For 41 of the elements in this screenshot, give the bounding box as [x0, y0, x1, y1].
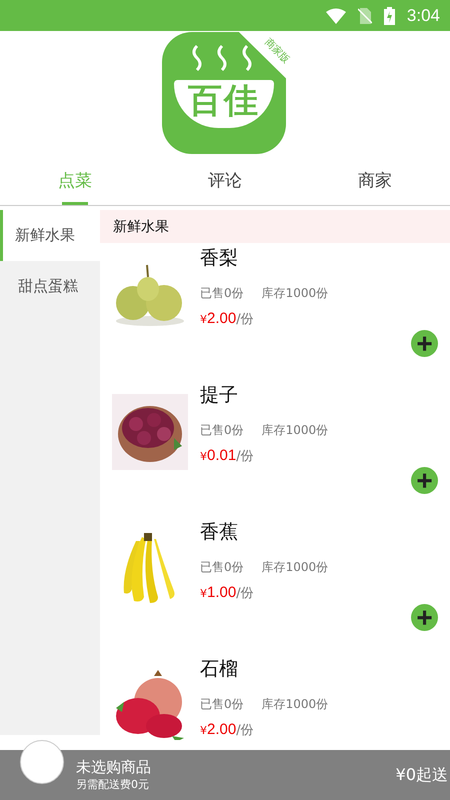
add-button[interactable]: + [411, 604, 438, 631]
battery-charging-icon [384, 6, 395, 24]
sold-count: 已售0份 [200, 559, 244, 576]
cart-button[interactable] [20, 740, 64, 784]
product-name: 石榴 [200, 657, 239, 682]
stock-count: 库存1000份 [262, 696, 328, 713]
sold-count: 已售0份 [200, 422, 244, 439]
tab[interactable]: 商家 [300, 155, 450, 205]
wifi-icon [326, 8, 346, 24]
stock-count: 库存1000份 [262, 422, 328, 439]
price-unit: /份 [236, 722, 254, 739]
currency-sign: ¥ [200, 313, 207, 326]
clock-time: 3:04 [406, 6, 440, 26]
tab[interactable]: 评论 [150, 155, 300, 205]
currency-sign: ¥ [200, 450, 207, 463]
product-name: 提子 [200, 383, 239, 408]
sold-count: 已售0份 [200, 696, 244, 713]
currency-sign: ¥ [200, 724, 207, 737]
cart-status: 未选购商品 [76, 758, 151, 777]
product-name: 香蕉 [200, 520, 239, 545]
product-price: 2.00 [207, 721, 236, 738]
sold-count: 已售0份 [200, 285, 244, 302]
section-header: 新鲜水果 [100, 210, 450, 243]
logo-title: 百佳 [188, 80, 260, 122]
product-price: 0.01 [207, 447, 236, 464]
add-button[interactable]: + [411, 330, 438, 357]
stock-count: 库存1000份 [262, 285, 328, 302]
minimum-order: ¥0起送 [396, 764, 449, 786]
stock-count: 库存1000份 [262, 559, 328, 576]
category-item[interactable]: 新鲜水果 [0, 210, 100, 261]
price-unit: /份 [236, 448, 254, 465]
product-price: 1.00 [207, 584, 236, 601]
price-unit: /份 [236, 585, 254, 602]
no-sim-icon [358, 8, 372, 24]
product-price: 2.00 [207, 310, 236, 327]
edition-label: 商家版 [261, 36, 292, 67]
currency-sign: ¥ [200, 587, 207, 600]
price-unit: /份 [236, 311, 254, 328]
delivery-fee: 另需配送费0元 [76, 777, 150, 792]
product-name: 香梨 [200, 246, 239, 271]
add-button[interactable]: + [411, 467, 438, 494]
